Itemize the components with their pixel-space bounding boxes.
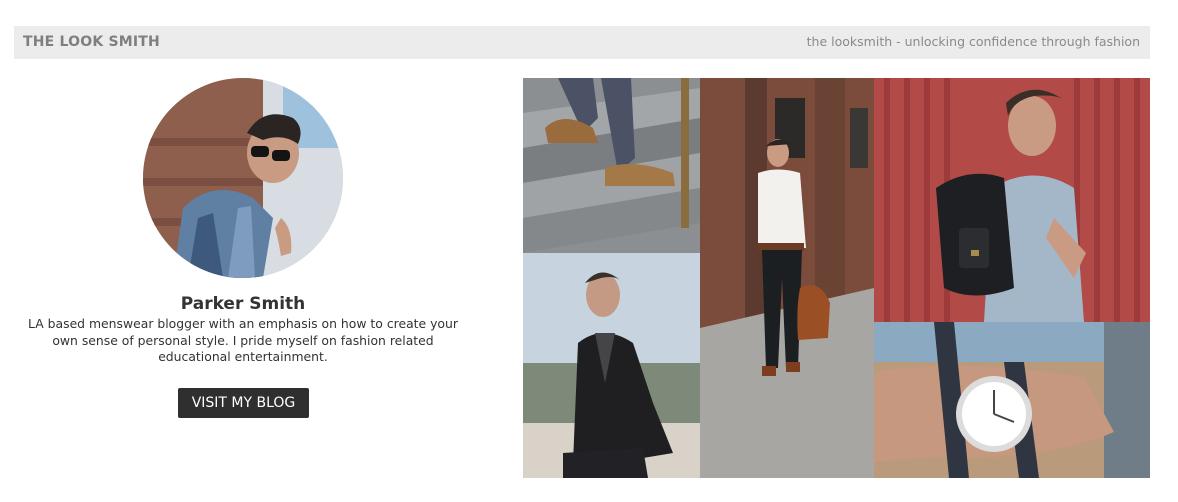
gallery-photo-watch[interactable] <box>874 322 1150 478</box>
profile-section: Parker Smith LA based menswear blogger w… <box>10 78 476 438</box>
stairs-photo <box>523 78 700 253</box>
watch-photo <box>874 322 1150 478</box>
profile-bio: LA based menswear blogger with an emphas… <box>28 316 458 364</box>
gallery-photo-blazer[interactable] <box>523 253 700 478</box>
avatar-photo <box>143 78 343 278</box>
backpack-photo <box>874 78 1150 322</box>
site-logo-text[interactable]: THE LOOK SMITH <box>23 34 160 50</box>
gallery-photo-stairs[interactable] <box>523 78 700 253</box>
gallery-photo-street[interactable] <box>700 78 874 478</box>
site-tagline: the looksmith - unlocking confidence thr… <box>806 34 1140 49</box>
profile-name: Parker Smith <box>180 294 306 314</box>
street-photo <box>700 78 874 478</box>
photo-gallery <box>523 78 1150 478</box>
site-header: THE LOOK SMITH the looksmith - unlocking… <box>14 26 1150 59</box>
profile-avatar <box>143 78 343 278</box>
visit-blog-button[interactable]: VISIT MY BLOG <box>178 388 309 418</box>
gallery-photo-backpack[interactable] <box>874 78 1150 322</box>
blazer-photo <box>523 253 700 478</box>
